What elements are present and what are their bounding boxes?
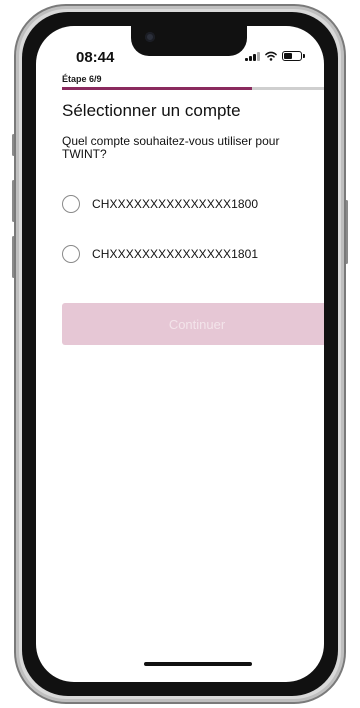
phone-frame: 08:44 Étape 6/9 Sélectionner un compte Q… xyxy=(14,4,346,704)
account-option-1800[interactable]: CHXXXXXXXXXXXXXXX1800 xyxy=(62,192,322,216)
status-time: 08:44 xyxy=(76,49,115,66)
camera-icon xyxy=(145,32,155,42)
question-text: Quel compte souhaitez-vous utiliser pour… xyxy=(62,134,280,161)
account-label: CHXXXXXXXXXXXXXXX1800 xyxy=(92,197,259,211)
battery-icon xyxy=(282,51,305,61)
wifi-icon xyxy=(265,51,277,61)
progress-bar xyxy=(62,87,324,90)
status-icons xyxy=(245,50,305,62)
radio-button-icon[interactable] xyxy=(62,195,80,213)
device-mockup: 08:44 Étape 6/9 Sélectionner un compte Q… xyxy=(0,0,360,708)
account-option-1801[interactable]: CHXXXXXXXXXXXXXXX1801 xyxy=(62,242,322,266)
page-title: Sélectionner un compte xyxy=(62,101,241,120)
progress-fill xyxy=(62,87,253,90)
step-label: Étape 6/9 xyxy=(62,74,102,84)
phone-bezel: 08:44 Étape 6/9 Sélectionner un compte Q… xyxy=(22,12,338,696)
radio-button-icon[interactable] xyxy=(62,245,80,263)
notch xyxy=(131,26,247,56)
account-label: CHXXXXXXXXXXXXXXX1801 xyxy=(92,247,259,261)
phone-screen: 08:44 Étape 6/9 Sélectionner un compte Q… xyxy=(36,26,324,682)
home-indicator[interactable] xyxy=(144,662,252,666)
signal-icon xyxy=(245,51,260,61)
continue-button[interactable]: Continuer xyxy=(62,303,324,345)
